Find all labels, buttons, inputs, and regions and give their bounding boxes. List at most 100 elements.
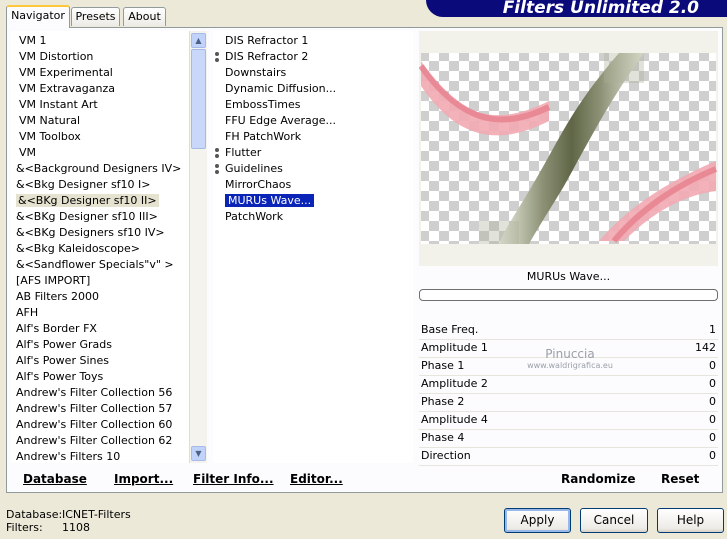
category-label: VM Toolbox <box>19 130 81 143</box>
category-item[interactable]: VM Natural <box>19 113 80 129</box>
tab-about[interactable]: About <box>123 7 166 26</box>
tab-presets[interactable]: Presets <box>71 7 120 26</box>
param-value[interactable]: 0 <box>709 413 716 426</box>
database-button[interactable]: Database <box>23 472 87 486</box>
category-item[interactable]: &<Bkg Designer sf10 I> <box>16 177 151 193</box>
category-scrollbar[interactable]: ▲ ▼ <box>189 31 207 463</box>
category-label: Alf's Border FX <box>16 322 97 335</box>
filter-item[interactable]: Downstairs <box>225 65 286 81</box>
category-label: VM Extravaganza <box>19 82 116 95</box>
category-label: &<BKg Designer sf10 III> <box>16 210 158 223</box>
reset-button[interactable]: Reset <box>661 472 699 486</box>
filter-item[interactable]: Flutter <box>215 145 262 161</box>
param-value[interactable]: 1 <box>709 323 716 336</box>
category-item[interactable]: &<BKg Designer sf10 II> <box>16 193 159 209</box>
grip-icon <box>215 148 223 158</box>
preview-area <box>419 31 718 266</box>
category-item[interactable]: Andrew's Filter Collection 56 <box>16 385 172 401</box>
category-item[interactable]: VM <box>19 145 36 161</box>
help-button[interactable]: Help <box>657 508 724 533</box>
tab-navigator[interactable]: Navigator <box>6 5 70 28</box>
apply-button[interactable]: Apply <box>504 508 571 533</box>
scroll-down-icon[interactable]: ▼ <box>191 446 206 461</box>
filter-item[interactable]: DIS Refractor 1 <box>225 33 308 49</box>
param-row[interactable]: Direction 0 <box>419 447 718 466</box>
progress-bar <box>419 289 718 301</box>
category-item[interactable]: Alf's Power Toys <box>16 369 103 385</box>
filter-item[interactable]: FH PatchWork <box>225 129 301 145</box>
category-label: VM 1 <box>19 34 47 47</box>
param-row[interactable]: Amplitude 2 0 <box>419 375 718 394</box>
param-value[interactable]: 0 <box>709 431 716 444</box>
preview-image <box>419 53 718 244</box>
category-label: Alf's Power Sines <box>16 354 109 367</box>
param-row[interactable]: Phase 4 0 <box>419 429 718 448</box>
category-item[interactable]: Alf's Power Sines <box>16 353 109 369</box>
param-label: Amplitude 2 <box>421 377 488 390</box>
filter-label: Guidelines <box>225 162 283 175</box>
param-value[interactable]: 0 <box>709 395 716 408</box>
category-item[interactable]: VM Extravaganza <box>19 81 115 97</box>
param-value[interactable]: 0 <box>709 359 716 372</box>
filter-info-button[interactable]: Filter Info... <box>193 472 274 486</box>
watermark-url: www.waldrigrafica.eu <box>527 361 613 370</box>
param-row[interactable]: Phase 2 0 <box>419 393 718 412</box>
param-row[interactable]: Amplitude 4 0 <box>419 411 718 430</box>
category-label: &<Bkg Kaleidoscope> <box>16 242 141 255</box>
filter-label: FH PatchWork <box>225 130 302 143</box>
category-item[interactable]: &<Sandflower Specials"v" > <box>16 257 174 273</box>
filter-label: Flutter <box>225 146 262 159</box>
category-item[interactable]: AFH <box>16 305 38 321</box>
filter-item[interactable]: DIS Refractor 2 <box>215 49 308 65</box>
category-item[interactable]: Alf's Border FX <box>16 321 97 337</box>
param-row[interactable]: Base Freq. 1 <box>419 321 718 340</box>
category-item[interactable]: VM 1 <box>19 33 47 49</box>
filter-item[interactable]: Dynamic Diffusion... <box>225 81 336 97</box>
scroll-thumb[interactable] <box>191 49 206 149</box>
filter-item[interactable]: FFU Edge Average... <box>225 113 336 129</box>
category-item[interactable]: Andrew's Filter Collection 62 <box>16 433 172 449</box>
category-list[interactable]: VM 1 VM Distortion VM Experimental VM Extra… <box>11 31 189 463</box>
category-item[interactable]: &<Background Designers IV> <box>16 161 181 177</box>
cancel-button[interactable]: Cancel <box>580 508 648 533</box>
category-item[interactable]: [AFS IMPORT] <box>16 273 90 289</box>
category-item[interactable]: Andrew's Filter Collection 57 <box>16 401 172 417</box>
category-item[interactable]: AB Filters 2000 <box>16 289 99 305</box>
category-label: &<Background Designers IV> <box>16 162 182 175</box>
category-label: Andrew's Filter Collection 62 <box>16 434 173 447</box>
category-item[interactable]: &<BKg Designers sf10 IV> <box>16 225 165 241</box>
category-item[interactable]: Alf's Power Grads <box>16 337 112 353</box>
category-item[interactable]: VM Toolbox <box>19 129 81 145</box>
category-item[interactable]: Andrew's Filters 10 <box>16 449 120 463</box>
category-item[interactable]: Andrew's Filter Collection 60 <box>16 417 172 433</box>
param-value[interactable]: 0 <box>709 449 716 462</box>
editor-button[interactable]: Editor... <box>290 472 343 486</box>
filter-list[interactable]: DIS Refractor 1 DIS Refractor 2 Downstairs… <box>213 31 413 463</box>
category-item[interactable]: &<BKg Designer sf10 III> <box>16 209 158 225</box>
category-label: [AFS IMPORT] <box>16 274 91 287</box>
filter-item[interactable]: EmbossTimes <box>225 97 301 113</box>
status-database-value: ICNET-Filters <box>62 508 131 521</box>
category-item[interactable]: &<Bkg Kaleidoscope> <box>16 241 140 257</box>
param-value[interactable]: 0 <box>709 377 716 390</box>
import-button[interactable]: Import... <box>114 472 173 486</box>
category-label: &<BKg Designers sf10 IV> <box>16 226 165 239</box>
category-item[interactable]: VM Instant Art <box>19 97 98 113</box>
scroll-up-icon[interactable]: ▲ <box>191 33 206 48</box>
filter-item[interactable]: PatchWork <box>225 209 283 225</box>
category-item[interactable]: VM Experimental <box>19 65 113 81</box>
param-value[interactable]: 142 <box>695 341 716 354</box>
category-item[interactable]: VM Distortion <box>19 49 93 65</box>
grip-icon <box>215 164 223 174</box>
filter-item[interactable]: MirrorChaos <box>225 177 291 193</box>
filter-label: PatchWork <box>225 210 284 223</box>
category-label: VM <box>19 146 37 159</box>
param-label: Phase 1 <box>421 359 465 372</box>
filter-item[interactable]: MURUs Wave... <box>225 193 315 209</box>
category-label: &<BKg Designer sf10 II> <box>16 194 159 207</box>
status-database-label: Database: <box>6 508 63 521</box>
param-label: Phase 2 <box>421 395 465 408</box>
randomize-button[interactable]: Randomize <box>561 472 635 486</box>
param-label: Phase 4 <box>421 431 465 444</box>
filter-item[interactable]: Guidelines <box>215 161 283 177</box>
